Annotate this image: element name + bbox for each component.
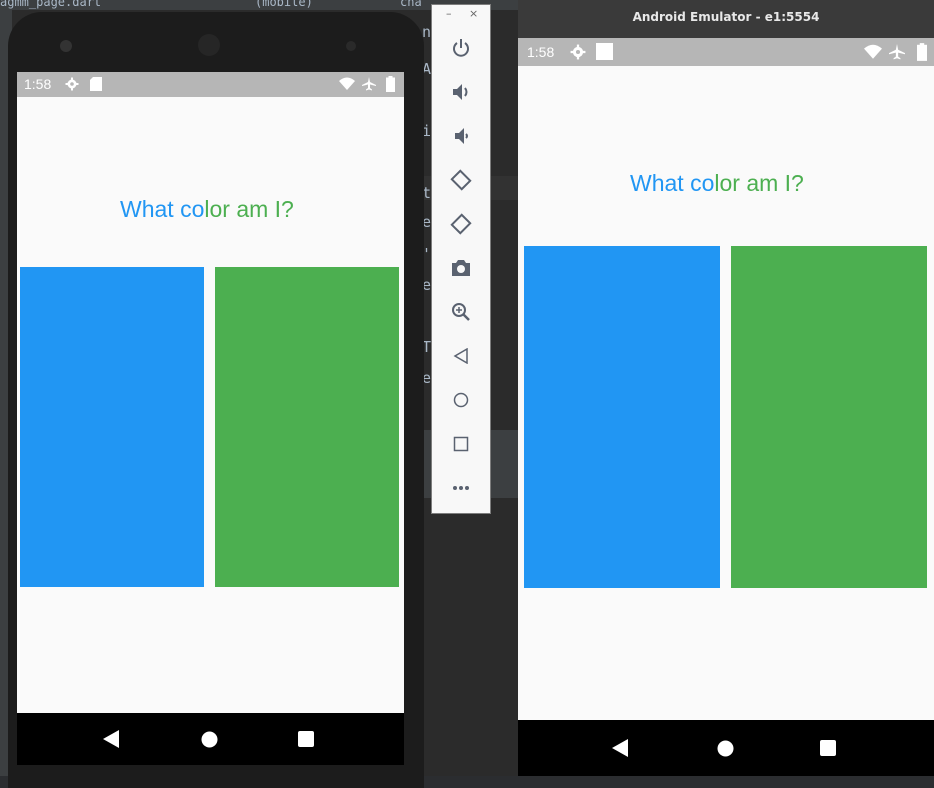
sensor xyxy=(346,41,356,51)
nav-overview-icon[interactable] xyxy=(298,731,314,747)
sd-card-icon xyxy=(90,77,102,91)
settings-icon xyxy=(570,44,586,60)
wifi-icon xyxy=(864,44,882,59)
rotate-right-icon xyxy=(450,213,472,235)
airplane-icon xyxy=(362,77,376,91)
ide-tab-other[interactable]: cha xyxy=(400,0,422,9)
navigation-bar xyxy=(518,720,934,776)
nav-home-icon[interactable] xyxy=(717,740,734,757)
speaker-grille xyxy=(198,34,220,56)
back-icon xyxy=(453,348,468,364)
power-button[interactable] xyxy=(432,33,490,63)
emulator-window: Android Emulator - e1:5554 1:58 What col… xyxy=(518,0,934,776)
blue-color-box[interactable] xyxy=(20,267,204,587)
emulator-window-title: Android Emulator - e1:5554 xyxy=(632,10,820,24)
settings-icon xyxy=(65,77,79,91)
volume-up-button[interactable] xyxy=(432,77,490,107)
title-green-part: lor am I? xyxy=(204,196,294,222)
title-green-part: lor am I? xyxy=(714,170,804,196)
more-icon xyxy=(453,486,469,490)
title-blue-part: What co xyxy=(630,170,715,196)
green-color-box[interactable] xyxy=(731,246,927,588)
title-blue-part: What co xyxy=(120,196,205,222)
ide-tab-device[interactable]: (mobile) xyxy=(255,0,313,9)
nav-overview-icon[interactable] xyxy=(820,740,836,756)
zoom-button[interactable] xyxy=(432,297,490,327)
battery-icon xyxy=(386,76,395,92)
airplane-icon xyxy=(889,44,905,60)
home-button[interactable] xyxy=(432,385,490,415)
green-color-box[interactable] xyxy=(215,267,399,587)
minimize-button[interactable]: – xyxy=(446,7,452,20)
status-time: 1:58 xyxy=(527,44,555,60)
camera-icon xyxy=(452,260,470,276)
status-bar: 1:58 xyxy=(518,38,934,66)
nav-home-icon[interactable] xyxy=(201,731,218,748)
screenshot-button[interactable] xyxy=(432,253,490,283)
rotate-right-button[interactable] xyxy=(432,209,490,239)
notification-square-icon xyxy=(596,43,613,60)
status-time: 1:58 xyxy=(24,76,52,92)
emulator-screen: 1:58 What color am I? xyxy=(518,38,934,720)
overview-button[interactable] xyxy=(432,429,490,459)
ide-tab-file[interactable]: agmm_page.dart xyxy=(0,0,101,9)
front-camera xyxy=(60,40,72,52)
navigation-bar xyxy=(17,713,404,765)
volume-down-icon xyxy=(455,128,468,144)
power-icon xyxy=(453,39,469,57)
app-title: What color am I? xyxy=(630,170,804,197)
status-bar: 1:58 xyxy=(17,72,404,97)
home-icon xyxy=(453,392,469,408)
overview-icon xyxy=(453,436,469,452)
blue-color-box[interactable] xyxy=(524,246,720,588)
rotate-left-icon xyxy=(450,169,472,191)
emulator-toolbar: – × xyxy=(431,4,491,514)
battery-icon xyxy=(917,43,927,61)
volume-down-button[interactable] xyxy=(432,121,490,151)
phone-screen: 1:58 What color am I? xyxy=(17,72,404,713)
more-button[interactable] xyxy=(432,473,490,503)
nav-back-icon[interactable] xyxy=(103,730,119,748)
nav-back-icon[interactable] xyxy=(612,739,628,757)
volume-up-icon xyxy=(453,84,468,100)
app-title: What color am I? xyxy=(120,196,294,223)
rotate-left-button[interactable] xyxy=(432,165,490,195)
wifi-icon xyxy=(339,77,355,90)
back-button[interactable] xyxy=(432,341,490,371)
emulator-title-bar[interactable]: Android Emulator - e1:5554 xyxy=(518,0,934,38)
close-button[interactable]: × xyxy=(469,7,478,20)
zoom-icon xyxy=(452,303,470,321)
